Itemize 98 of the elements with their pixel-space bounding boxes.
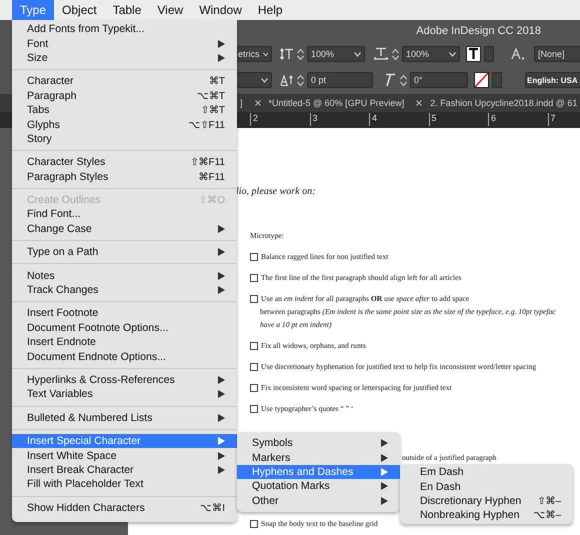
checkbox[interactable] [250,384,258,392]
shortcut-label: ⌥⌘I [200,502,225,514]
menu-item[interactable]: Change Case [12,222,237,236]
spinner-icon[interactable] [392,48,399,60]
shortcut-label: ⇧⌘O [199,194,225,206]
menu-item[interactable]: Glyphs ⌥⇧F11 [12,117,237,132]
spinner-icon[interactable] [297,74,304,86]
stroke-swatch[interactable] [474,72,489,88]
menu-item[interactable]: Add Fonts from Typekit... [12,22,237,36]
baseline-shift-field[interactable]: 0 pt [307,72,373,88]
checkbox[interactable] [250,520,258,528]
window-title: Adobe InDesign CC 2018 [416,25,541,37]
menu-item[interactable]: Character Styles ⇧⌘F11 [12,155,237,170]
shortcut-label: ⇧⌘F11 [190,156,225,168]
menu-item[interactable]: Quotation Marks [237,479,400,494]
menu-item[interactable]: Text Variables [12,387,237,402]
menu-item[interactable]: Markers [237,450,400,465]
spinner-icon[interactable] [297,48,304,60]
page-heading: lio, please work on: [236,186,316,197]
submenu-arrow-icon [218,224,225,233]
menu-bar-item[interactable]: Window [191,0,250,20]
menu-item[interactable]: Track Changes [12,282,237,298]
menu-item[interactable]: Document Footnote Options... [12,320,237,336]
character-style-icon [511,48,525,60]
menu-item[interactable]: Size [12,50,237,66]
leading-icon [280,48,294,60]
menu-item[interactable]: Symbols [237,436,400,450]
menu-bar-item[interactable]: Type [12,0,54,20]
checkbox[interactable] [250,404,258,412]
menu-item[interactable]: Tabs ⇧⌘T [12,102,237,118]
shortcut-label: ⌥⇧F11 [188,118,225,131]
menu-item[interactable]: Discretionary Hyphen ⇧⌘– [400,494,573,508]
menu-item[interactable]: Document Endnote Options... [12,349,237,364]
close-icon[interactable] [254,100,261,106]
checkbox[interactable] [250,294,258,302]
document-tab[interactable]: ] [240,98,243,108]
shortcut-label: ⌘F11 [198,170,225,183]
menu-bar-item[interactable]: Help [250,0,291,20]
menu-item[interactable]: Find Font... [12,207,237,222]
menu-item[interactable]: Type on a Path [12,245,237,260]
checkbox[interactable] [250,252,258,260]
spinner-icon[interactable] [400,74,407,86]
language-field[interactable]: English: USA [525,72,580,88]
menu-item[interactable]: Character ⌘T [12,74,237,89]
menu-item[interactable]: Paragraph ⌥⌘T [12,88,237,103]
menu-item[interactable]: Insert Break Character [12,462,237,478]
menu-bar-item[interactable]: Table [104,0,150,20]
ruler-number: 4 [369,113,378,126]
submenu-arrow-icon [218,414,225,422]
checkbox[interactable] [250,362,258,370]
ruler-number: 7 [548,113,556,126]
scale-field[interactable]: 100% [307,46,365,62]
character-style-field[interactable]: [None] [534,46,580,62]
checkbox[interactable] [250,342,258,350]
chevron-icon [261,78,268,82]
menu-item[interactable]: Paragraph Styles ⌘F11 [12,170,237,184]
dropdown-field[interactable] [234,72,272,88]
checkbox[interactable] [250,274,258,282]
ruler-number: 2 [250,113,258,126]
chevron-icon [354,52,361,56]
ruler-number: 5 [428,113,437,126]
menu-item[interactable]: Fill with Placeholder Text [12,477,237,492]
shortcut-label: ⌥⌘– [533,509,561,522]
fill-swatch[interactable] [466,46,481,62]
document-tab[interactable]: 2. Fashion Upcycline2018.indd @ 61 [416,98,578,108]
submenu-arrow-icon [218,248,225,256]
ruler-number: 3 [310,113,318,126]
menu-item[interactable]: Bulleted & Numbered Lists [12,410,237,425]
ruler-number: 6 [488,113,496,126]
scale-icon [373,47,389,61]
close-icon[interactable] [416,100,422,106]
shortcut-label: ⌘T [208,75,225,88]
menu-item[interactable]: Notes [12,268,237,283]
menu-bar-item[interactable]: Object [54,0,105,20]
menu-item[interactable]: Nonbreaking Hyphen ⌥⌘– [400,508,573,523]
scale-field[interactable]: 100% [402,46,460,62]
menu-item[interactable]: Show Hidden Characters ⌥⌘I [12,500,237,515]
baseline-shift-icon [280,74,294,86]
kerning-dropdown[interactable]: etrics [234,46,272,62]
skew-field[interactable]: 0° [410,72,468,88]
menu-item[interactable]: Hyphens and Dashes [237,464,400,480]
menu-item[interactable]: Hyperlinks & Cross-References [12,372,237,388]
shortcut-label: ⇧⌘– [537,494,561,507]
shortcut-label: ⌥⌘T [196,90,225,102]
chevron-icon [262,52,268,56]
chevron-icon [449,52,456,56]
menu-item[interactable]: Insert Endnote [12,335,237,350]
document-tab[interactable]: *Untitled-5 @ 60% [GPU Preview] [254,98,404,108]
menu-item[interactable]: Font [12,36,237,51]
shortcut-label: ⇧⌘T [200,104,225,116]
menu-item[interactable]: Insert Special Character [12,434,237,448]
menu-item[interactable]: Story [12,132,237,146]
menu-item[interactable]: Em Dash [400,465,573,480]
menu-item[interactable]: En Dash [400,479,573,494]
menu-bar-item[interactable]: View [149,0,192,20]
menu-item[interactable]: Insert Footnote [12,306,237,321]
menu-item[interactable]: Insert White Space [12,448,237,463]
menu-item[interactable]: Other [237,494,400,508]
